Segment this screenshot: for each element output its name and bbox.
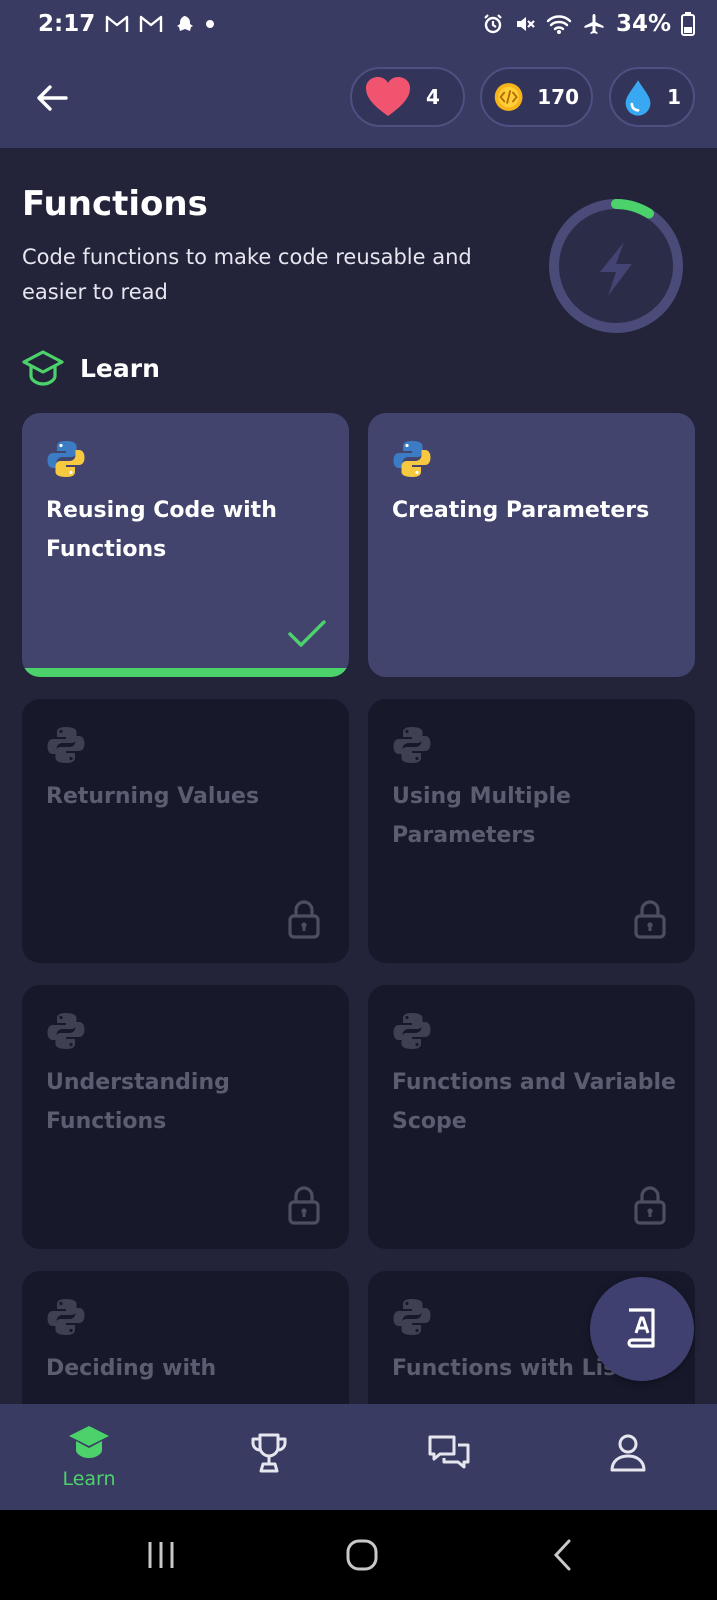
python-logo-icon [393, 1013, 431, 1049]
page-title: Functions [22, 184, 208, 224]
lesson-title: Deciding with [46, 1356, 217, 1381]
nav-community[interactable] [379, 1404, 519, 1510]
lesson-title: Understanding Functions [46, 1070, 230, 1134]
coins-count: 170 [537, 85, 579, 109]
lock-icon [288, 1186, 320, 1225]
system-navigation-bar [0, 1510, 717, 1600]
python-logo-icon [393, 727, 431, 763]
nav-leaderboard[interactable] [199, 1404, 339, 1510]
nav-profile[interactable] [558, 1404, 698, 1510]
heart-icon [366, 77, 410, 116]
back-nav-button[interactable] [532, 1530, 592, 1580]
dictionary-button[interactable] [590, 1277, 694, 1381]
lesson-card[interactable]: Using Multiple Parameters [368, 699, 695, 963]
lesson-card[interactable]: Deciding with [22, 1271, 349, 1404]
python-logo-icon [47, 441, 85, 477]
lock-icon [634, 900, 666, 939]
status-time: 2:17 [38, 11, 96, 37]
chat-bubbles-icon [428, 1435, 470, 1469]
battery-icon [681, 12, 695, 36]
battery-text: 34% [615, 11, 671, 37]
lock-icon [288, 900, 320, 939]
completion-bar [22, 668, 349, 677]
hearts-count: 4 [426, 85, 440, 109]
top-app-bar: 4 170 1 [0, 48, 717, 148]
home-button[interactable] [332, 1530, 392, 1580]
mute-icon [514, 13, 536, 35]
lesson-card[interactable]: Creating Parameters [368, 413, 695, 677]
app-root: 2:17 34% 4 170 1 Functions Code function… [0, 0, 717, 1600]
gmail-icon [105, 14, 129, 34]
app-notification-icon [173, 13, 195, 35]
bottom-navigation: Learn [0, 1404, 717, 1510]
home-icon [346, 1539, 378, 1571]
code-coin-icon [494, 83, 523, 111]
hearts-counter[interactable]: 4 [350, 67, 465, 127]
streak-count: 1 [667, 85, 681, 109]
graduation-cap-icon [69, 1426, 109, 1458]
python-logo-icon [47, 1299, 85, 1335]
airplane-mode-icon [582, 12, 606, 36]
lesson-card[interactable]: Reusing Code with Functions [22, 413, 349, 677]
recent-apps-icon [148, 1542, 174, 1568]
lesson-title: Returning Values [46, 784, 260, 809]
section-label: Learn [80, 353, 160, 383]
recent-apps-button[interactable] [131, 1530, 191, 1580]
page-subtitle: Code functions to make code reusable and… [22, 245, 472, 304]
lesson-title: Functions and Variable Scope [392, 1070, 676, 1134]
gmail-icon [139, 14, 163, 34]
python-logo-icon [393, 441, 431, 477]
coins-counter[interactable]: 170 [480, 67, 593, 127]
graduation-cap-icon [22, 350, 64, 386]
streak-counter[interactable]: 1 [609, 67, 695, 127]
nav-learn[interactable]: Learn [19, 1404, 159, 1510]
checkmark-icon [288, 620, 326, 647]
notification-dot-icon [205, 19, 215, 29]
lesson-card[interactable]: Functions and Variable Scope [368, 985, 695, 1249]
wifi-icon [546, 13, 572, 35]
python-logo-icon [47, 1013, 85, 1049]
python-logo-icon [47, 727, 85, 763]
trophy-icon [251, 1433, 287, 1473]
course-content[interactable]: Functions Code functions to make code re… [0, 148, 717, 1404]
chevron-left-icon [553, 1539, 571, 1571]
status-bar: 2:17 34% [0, 0, 717, 48]
python-logo-icon [393, 1299, 431, 1335]
alarm-icon [482, 13, 504, 35]
water-drop-icon [625, 80, 651, 116]
learn-section-header: Learn [22, 348, 160, 388]
lesson-title: Reusing Code with Functions [46, 498, 277, 562]
arrow-left-icon [37, 85, 68, 111]
status-left: 2:17 [38, 11, 215, 37]
status-right: 34% [482, 11, 695, 37]
nav-learn-label: Learn [62, 1468, 116, 1490]
lesson-title: Using Multiple Parameters [392, 784, 571, 848]
back-button[interactable] [30, 76, 74, 120]
lesson-card[interactable]: Understanding Functions [22, 985, 349, 1249]
lesson-card[interactable]: Returning Values [22, 699, 349, 963]
lesson-title: Creating Parameters [392, 498, 650, 523]
progress-ring [549, 198, 683, 333]
lock-icon [634, 1186, 666, 1225]
user-profile-icon [610, 1434, 646, 1472]
dictionary-book-icon [627, 1308, 655, 1348]
